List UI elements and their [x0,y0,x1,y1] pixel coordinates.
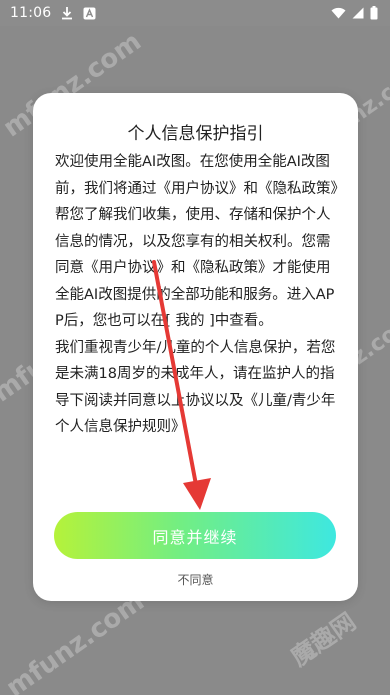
privacy-intro-text: 欢迎使用全能AI改图。在您使用全能AI改图前，我们将通过《用户协议》和《隐私政策… [55,154,338,329]
dialog-title: 个人信息保护指引 [127,124,264,144]
battery-icon [370,6,378,20]
status-time: 11:06 [10,5,52,21]
app-notification-icon [83,7,96,20]
signal-icon [352,7,364,19]
agree-continue-button[interactable]: 同意并继续 [54,512,336,559]
download-icon [61,6,73,20]
privacy-dialog: 个人信息保护指引 欢迎使用全能AI改图。在您使用全能AI改图前，我们将通过《用户… [33,93,358,601]
dialog-body: 欢迎使用全能AI改图。在您使用全能AI改图前，我们将通过《用户协议》和《隐私政策… [55,149,338,441]
status-left: 11:06 [10,5,96,21]
wifi-icon [331,7,346,19]
status-bar: 11:06 [0,0,390,26]
status-right [331,6,378,20]
disagree-button[interactable]: 不同意 [33,571,358,588]
minor-protection-text: 我们重视青少年/儿童的个人信息保护，若您是未满18周岁的未成年人，请在监护人的指… [55,339,336,436]
